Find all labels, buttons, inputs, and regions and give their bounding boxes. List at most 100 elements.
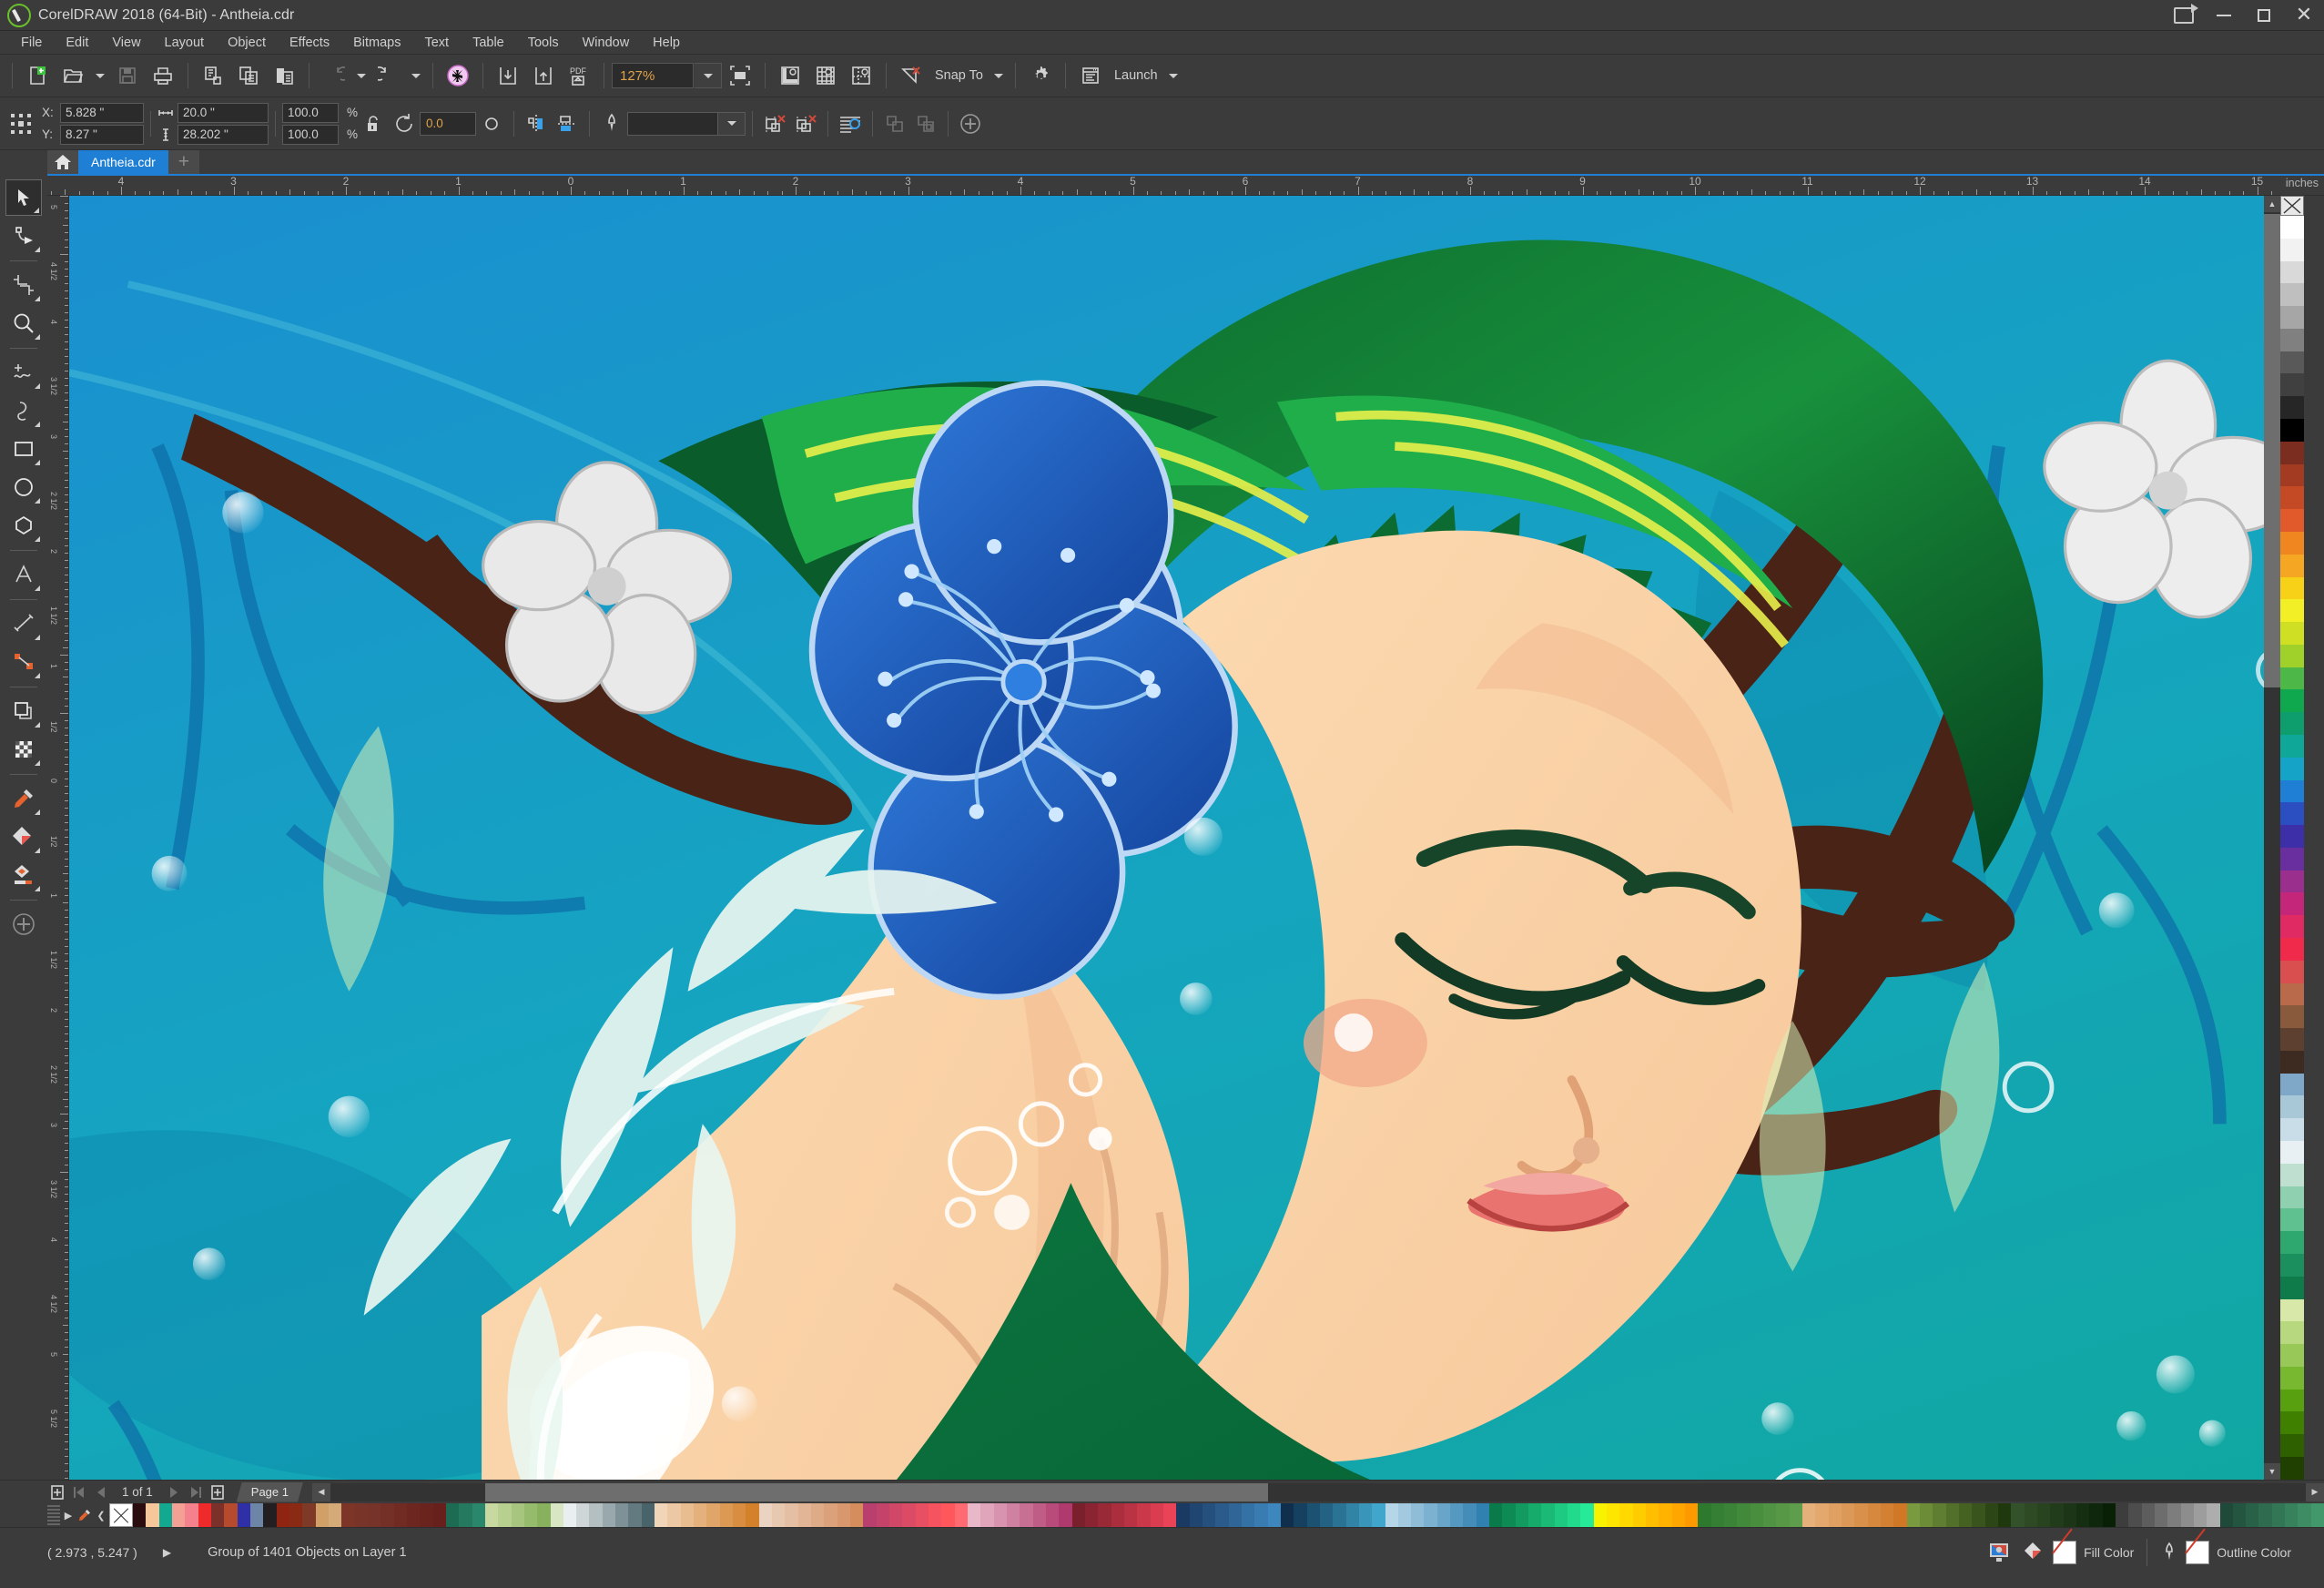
palette-swatch[interactable] (1137, 1503, 1151, 1527)
palette-swatch[interactable] (2280, 260, 2304, 284)
snap-to-dropdown[interactable] (989, 58, 1008, 93)
menu-edit[interactable]: Edit (54, 32, 100, 54)
palette-swatch[interactable] (2024, 1503, 2037, 1527)
palette-swatch[interactable] (2280, 306, 2304, 329)
straight-line-connector-tool[interactable] (5, 644, 42, 680)
palette-swatch[interactable] (472, 1503, 485, 1527)
outline-width-dropdown[interactable] (718, 111, 746, 136)
pick-tool[interactable] (5, 179, 42, 216)
palette-swatch[interactable] (2280, 1163, 2304, 1186)
palette-swatch[interactable] (1698, 1503, 1711, 1527)
palette-swatch[interactable] (2036, 1503, 2051, 1527)
palette-swatch[interactable] (1202, 1503, 1216, 1527)
palette-swatch[interactable] (2219, 1503, 2233, 1527)
palette-swatch[interactable] (198, 1503, 211, 1527)
palette-swatch[interactable] (354, 1503, 368, 1527)
palette-swatch[interactable] (1880, 1503, 1894, 1527)
palette-swatch[interactable] (484, 1503, 499, 1527)
palette-swatch[interactable] (1671, 1503, 1686, 1527)
transparency-tool[interactable] (5, 731, 42, 768)
mirror-horizontal-button[interactable] (521, 107, 552, 141)
palette-swatch[interactable] (1502, 1503, 1516, 1527)
palette-swatch[interactable] (2280, 441, 2304, 464)
cut-button[interactable] (196, 58, 230, 93)
palette-swatch[interactable] (655, 1503, 668, 1527)
palette-swatch[interactable] (1828, 1503, 1842, 1527)
palette-swatch[interactable] (1593, 1503, 1608, 1527)
launch-button[interactable] (1073, 58, 1108, 93)
palette-swatch[interactable] (1424, 1503, 1437, 1527)
palette-swatch[interactable] (328, 1503, 342, 1527)
palette-swatch[interactable] (1607, 1503, 1620, 1527)
palette-swatch[interactable] (563, 1503, 577, 1527)
palette-swatch[interactable] (1463, 1503, 1477, 1527)
next-page-button[interactable] (164, 1482, 184, 1502)
palette-swatch[interactable] (641, 1503, 655, 1527)
palette-swatch[interactable] (1084, 1503, 1099, 1527)
palette-swatch[interactable] (1267, 1503, 1281, 1527)
palette-swatch[interactable] (2280, 960, 2304, 983)
palette-swatch[interactable] (381, 1503, 394, 1527)
palette-swatch[interactable] (2280, 1389, 2304, 1412)
palette-swatch[interactable] (2280, 576, 2304, 600)
palette-swatch[interactable] (1515, 1503, 1529, 1527)
palette-swatch[interactable] (667, 1503, 681, 1527)
outline-pen-button[interactable] (596, 107, 627, 141)
wrap-paragraph-text-button[interactable] (835, 107, 866, 141)
polygon-tool[interactable] (5, 507, 42, 544)
add-page-after-button[interactable] (208, 1482, 228, 1502)
palette-swatch[interactable] (1972, 1503, 1985, 1527)
palette-swatch[interactable] (2298, 1503, 2311, 1527)
palette-swatch[interactable] (902, 1503, 916, 1527)
palette-swatch[interactable] (1528, 1503, 1542, 1527)
palette-swatch[interactable] (850, 1503, 864, 1527)
palette-swatch[interactable] (2280, 915, 2304, 938)
palette-swatch[interactable] (968, 1503, 981, 1527)
palette-swatch[interactable] (706, 1503, 720, 1527)
zoom-level-dropdown[interactable] (695, 63, 722, 88)
palette-swatch[interactable] (1294, 1503, 1307, 1527)
palette-swatch[interactable] (758, 1503, 773, 1527)
palette-swatch[interactable] (1632, 1503, 1647, 1527)
palette-scroll-left-button[interactable]: ❮ (93, 1505, 109, 1525)
palette-swatch[interactable] (2193, 1503, 2207, 1527)
vertical-scroll-track[interactable] (2264, 212, 2280, 1463)
palette-swatch[interactable] (1333, 1503, 1346, 1527)
palette-swatch[interactable] (1541, 1503, 1555, 1527)
palette-swatch[interactable] (1319, 1503, 1334, 1527)
minimize-button[interactable] (2204, 0, 2244, 31)
palette-swatch[interactable] (2258, 1503, 2272, 1527)
palette-swatch[interactable] (1906, 1503, 1920, 1527)
crop-tool[interactable] (5, 267, 42, 303)
maximize-button[interactable] (2244, 0, 2284, 31)
palette-swatch[interactable] (2280, 1186, 2304, 1209)
rotation-angle-input[interactable]: 0.0 (420, 111, 477, 136)
palette-swatch[interactable] (249, 1503, 264, 1527)
menu-view[interactable]: View (100, 32, 152, 54)
horizontal-scroll-track[interactable] (330, 1482, 2306, 1501)
print-button[interactable] (146, 58, 180, 93)
palette-swatch[interactable] (1867, 1503, 1881, 1527)
open-document-button[interactable] (56, 58, 90, 93)
palette-swatch[interactable] (2280, 283, 2304, 307)
palette-swatch[interactable] (980, 1503, 994, 1527)
quick-customize-button[interactable] (5, 906, 42, 942)
palette-swatch[interactable] (576, 1503, 590, 1527)
text-tool[interactable] (5, 556, 42, 593)
palette-swatch[interactable] (2280, 870, 2304, 893)
edit-bitmap-button[interactable] (955, 107, 986, 141)
palette-swatch[interactable] (263, 1503, 277, 1527)
palette-swatch-strip[interactable] (133, 1503, 2324, 1527)
publish-pdf-button[interactable]: PDF (562, 58, 596, 93)
palette-swatch[interactable] (2063, 1503, 2076, 1527)
launch-dropdown[interactable] (1164, 58, 1182, 93)
palette-swatch[interactable] (2280, 1028, 2304, 1051)
scroll-up-button[interactable]: ▲ (2264, 196, 2280, 212)
palette-swatch[interactable] (2280, 509, 2304, 532)
palette-swatch[interactable] (1032, 1503, 1046, 1527)
mirror-vertical-button[interactable] (552, 107, 583, 141)
status-expand-button[interactable]: ▶ (163, 1546, 171, 1559)
palette-swatch[interactable] (785, 1503, 798, 1527)
trim-button[interactable] (910, 107, 941, 141)
palette-swatch[interactable] (2280, 238, 2304, 261)
